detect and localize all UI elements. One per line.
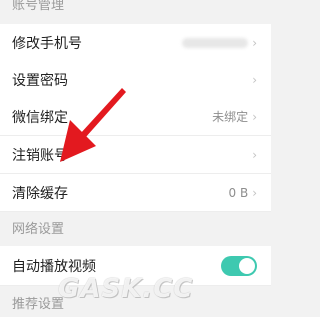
clear-cache-label: 清除缓存 bbox=[12, 185, 68, 202]
site-watermark: GASK.CC bbox=[58, 274, 194, 304]
chevron-right-icon: › bbox=[252, 185, 257, 200]
autoplay-video-label: 自动播放视频 bbox=[12, 258, 96, 275]
section-network-header: 网络设置 bbox=[0, 212, 271, 242]
toggle-knob bbox=[239, 257, 255, 274]
wechat-bind-label: 微信绑定 bbox=[12, 109, 68, 126]
change-phone-row[interactable]: 修改手机号 › bbox=[0, 24, 271, 62]
clear-cache-row[interactable]: 清除缓存 0 B › bbox=[0, 174, 271, 212]
phone-number-blurred bbox=[182, 37, 249, 48]
set-password-label: 设置密码 bbox=[12, 72, 68, 89]
chevron-right-icon: › bbox=[252, 109, 257, 124]
set-password-row[interactable]: 设置密码 › bbox=[0, 61, 271, 99]
section-network-label: 网络设置 bbox=[12, 221, 65, 237]
cancel-account-label: 注销账号 bbox=[12, 147, 68, 164]
section-account-label: 账号管理 bbox=[12, 0, 65, 13]
wechat-bind-row[interactable]: 微信绑定 未绑定 › bbox=[0, 98, 271, 136]
wechat-bind-status: 未绑定 bbox=[212, 110, 249, 124]
chevron-right-icon: › bbox=[252, 35, 257, 50]
change-phone-label: 修改手机号 bbox=[12, 35, 82, 52]
cache-size-value: 0 B bbox=[228, 185, 249, 200]
cancel-account-row[interactable]: 注销账号 › bbox=[0, 136, 271, 174]
autoplay-toggle[interactable] bbox=[221, 255, 257, 276]
chevron-right-icon: › bbox=[252, 72, 257, 87]
section-account-header: 账号管理 bbox=[0, 0, 271, 18]
chevron-right-icon: › bbox=[252, 147, 257, 162]
section-recommend-label: 推荐设置 bbox=[12, 296, 65, 312]
